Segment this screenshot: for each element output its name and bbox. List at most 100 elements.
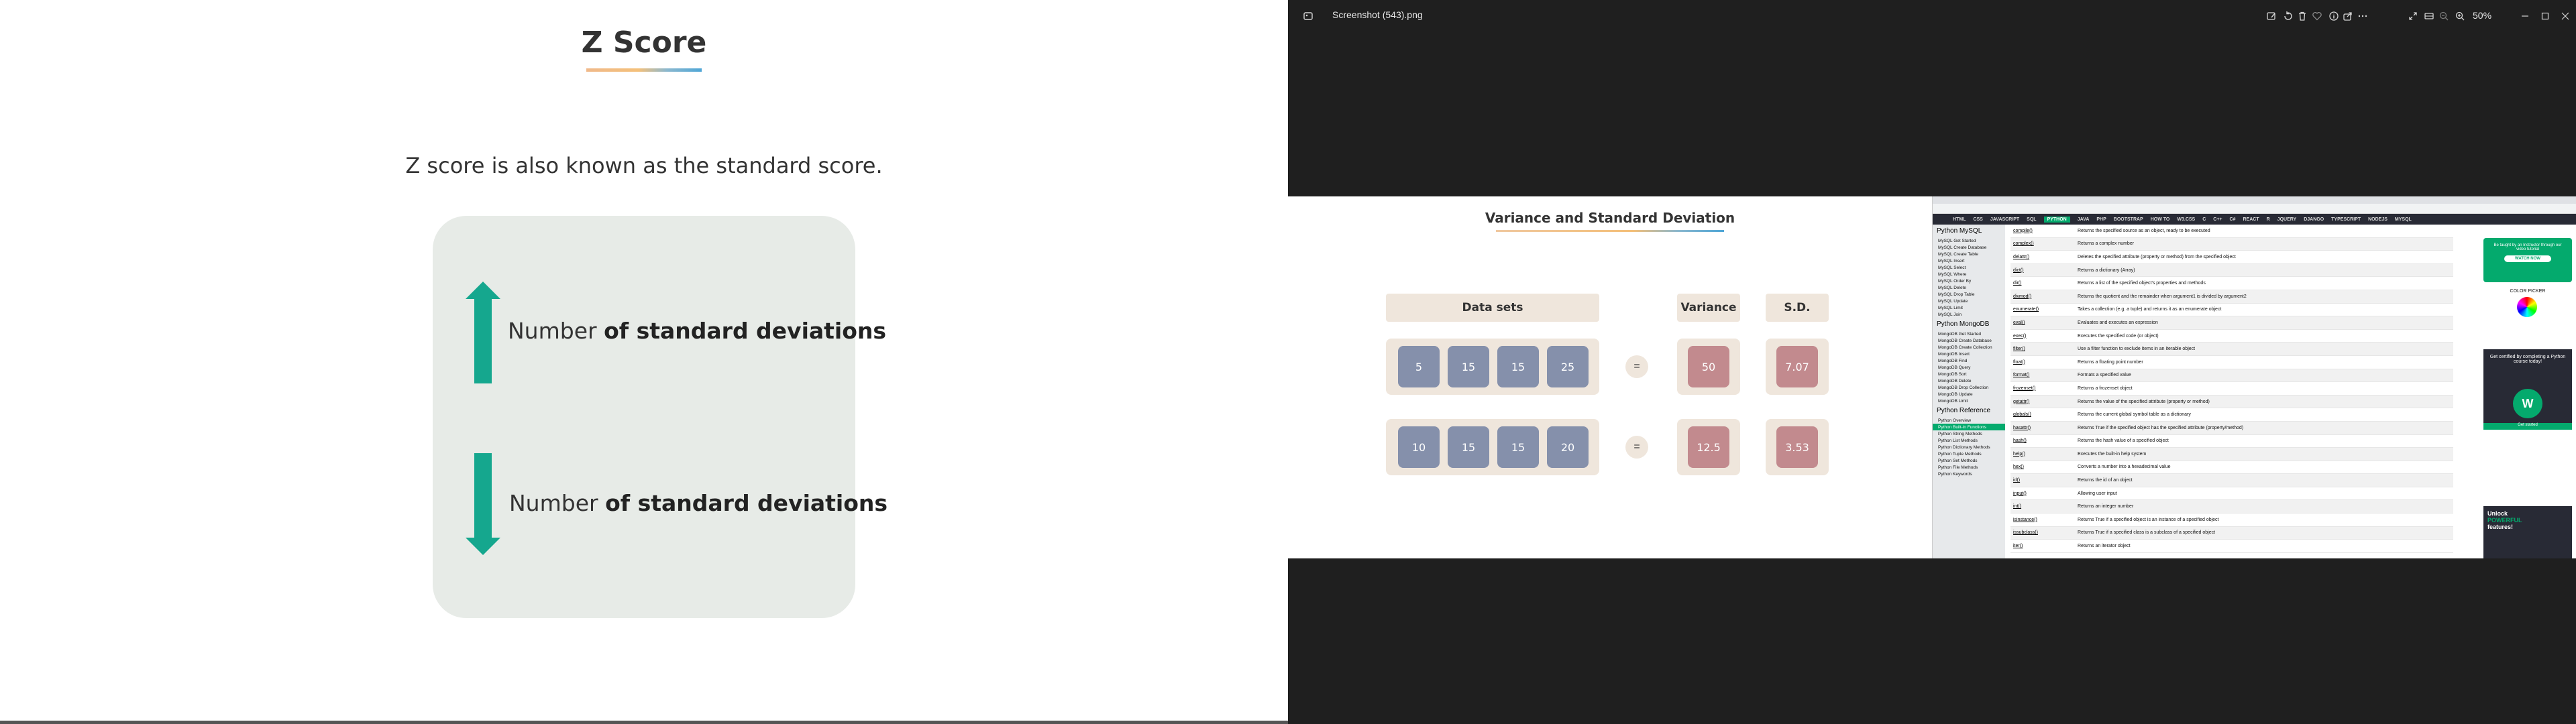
function-description: Formats a specified value — [2078, 373, 2131, 378]
sidebar-item: MySQL Insert — [1938, 259, 1965, 263]
function-name: hex() — [2013, 465, 2024, 470]
sidebar-item: MySQL Order By — [1938, 279, 1972, 284]
function-description: Returns the hash value of a specified ob… — [2078, 438, 2169, 444]
share-icon[interactable] — [2340, 8, 2356, 24]
sidebar-item: MongoDB Sort — [1938, 372, 1967, 377]
sidebar-item: MySQL Select — [1938, 265, 1966, 270]
filmstrip-icon[interactable] — [2421, 8, 2437, 24]
sidebar-item: MySQL Delete — [1938, 286, 1967, 290]
sidebar-item: MongoDB Query — [1938, 365, 1971, 370]
table-row: dir() Returns a list of the specified obj… — [2010, 277, 2453, 290]
table-row: hash() Returns the hash value of a specif… — [2010, 435, 2453, 448]
browser-tabstrip — [1933, 196, 2576, 204]
function-name: iter() — [2013, 544, 2023, 549]
table-row: delattr() Deletes the specified attribute… — [2010, 251, 2453, 264]
sidebar-item: MongoDB Update — [1938, 392, 1973, 397]
more-icon[interactable] — [2355, 8, 2371, 24]
edit-icon[interactable] — [2263, 8, 2279, 24]
function-description: Returns the value of the specified attri… — [2078, 399, 2210, 404]
file-title: Screenshot (543).png — [1332, 9, 1423, 20]
data-cell: 20 — [1547, 426, 1589, 468]
displayed-image[interactable]: Variance and Standard Deviation Data set… — [1288, 196, 2576, 558]
table-row: iter() Returns an iterator object — [2010, 540, 2453, 553]
ad-column: Be taught by an Instructor through our v… — [2466, 225, 2576, 558]
minimize-icon[interactable] — [2517, 8, 2533, 24]
data-cell: 10 — [1398, 426, 1440, 468]
function-description: Returns a list of the specified object's… — [2078, 281, 2206, 286]
zoom-out-icon[interactable] — [2436, 8, 2452, 24]
sd-value: 7.07 — [1776, 346, 1818, 387]
function-description: Returns True if a specified object is an… — [2078, 517, 2219, 522]
label-positive: Number of standard deviations — [508, 318, 886, 344]
video-ad-text: Be taught by an Instructor through our v… — [2493, 243, 2562, 251]
function-name: getattr() — [2013, 399, 2030, 404]
function-description: Returns a frozenset object — [2078, 385, 2133, 391]
sidebar-section-heading: Python MySQL — [1937, 227, 1982, 235]
site-nav-item: C++ — [2213, 217, 2222, 222]
site-nav-item: CSS — [1973, 217, 1983, 222]
function-name: input() — [2013, 491, 2027, 496]
sidebar-item: MongoDB Insert — [1938, 352, 1970, 357]
inner-title-underline — [1496, 230, 1724, 232]
data-cell: 15 — [1448, 346, 1489, 387]
data-cell: 15 — [1448, 426, 1489, 468]
browser-address-bar — [1933, 204, 2576, 214]
unlock-text: Unlock — [2487, 510, 2508, 517]
watch-now-button: WATCH NOW — [2504, 255, 2551, 262]
site-nav-item: R — [2266, 217, 2270, 222]
sidebar-item: Python Keywords — [1938, 472, 1972, 477]
data-cell: 5 — [1398, 346, 1440, 387]
arrow-up-icon — [466, 282, 500, 383]
function-name: dir() — [2013, 281, 2022, 286]
site-nav-item: JQUERY — [2277, 217, 2297, 222]
function-description: Converts a number into a hexadecimal val… — [2078, 465, 2171, 470]
delete-icon[interactable] — [2294, 8, 2310, 24]
sidebar-item: MySQL Drop Table — [1938, 292, 1975, 297]
powerful-text: POWERFUL — [2487, 517, 2522, 524]
maximize-icon[interactable] — [2537, 8, 2553, 24]
site-nav-item: JAVA — [2077, 217, 2090, 222]
site-nav-item: C — [2202, 217, 2206, 222]
sd-value: 3.53 — [1776, 426, 1818, 468]
sidebar-item: Python String Methods — [1938, 432, 1982, 436]
function-description: Evaluates and executes an expression — [2078, 320, 2158, 325]
data-cell: 25 — [1547, 346, 1589, 387]
site-nav-item: PHP — [2096, 217, 2106, 222]
function-name: globals() — [2013, 412, 2031, 418]
table-row: frozenset() Returns a frozenset object — [2010, 382, 2453, 396]
table-row: dict() Returns a dictionary (Array) — [2010, 263, 2453, 278]
sidebar-section-heading: Python Reference — [1937, 407, 1991, 414]
table-row: complex() Returns a complex number — [2010, 237, 2453, 251]
presentation-slide: Z Score Z score is also known as the sta… — [0, 0, 1288, 724]
site-nav-item: TYPESCRIPT — [2331, 217, 2361, 222]
photos-viewer-window: Screenshot (543).png 50% Variance and St… — [1288, 0, 2576, 724]
function-description: Returns the id of an object — [2078, 478, 2133, 483]
sidebar-item: Python Built-in Functions — [1933, 424, 2005, 430]
function-name: eval() — [2013, 320, 2025, 325]
sidebar-item: Python Dictionary Methods — [1938, 445, 1990, 450]
site-nav-item: SQL — [2027, 217, 2037, 222]
site-nav-item: BOOTSTRAP — [2113, 217, 2143, 222]
table-row: format() Formats a specified value — [2010, 369, 2453, 383]
function-description: Returns a dictionary (Array) — [2078, 267, 2135, 273]
zoom-level[interactable]: 50% — [2473, 10, 2491, 21]
table-row: int() Returns an integer number — [2010, 500, 2453, 514]
function-name: hasattr() — [2013, 425, 2031, 430]
function-description: Executes the built-in help system — [2078, 451, 2147, 457]
function-description: Allowing user input — [2078, 491, 2117, 496]
table-row: getattr() Returns the value of the specif… — [2010, 395, 2453, 409]
favorite-icon[interactable] — [2309, 8, 2325, 24]
site-nav-item: W3.CSS — [2177, 217, 2196, 222]
color-picker-heading: COLOR PICKER — [2510, 289, 2546, 294]
table-row: isinstance() Returns True if a specified … — [2010, 514, 2453, 527]
table-row: input() Allowing user input — [2010, 487, 2453, 501]
function-description: Returns an iterator object — [2078, 544, 2131, 549]
video-tutorial-ad: Be taught by an Instructor through our v… — [2483, 238, 2572, 282]
function-description: Returns a complex number — [2078, 241, 2135, 247]
function-description: Returns True if the specified object has… — [2078, 425, 2244, 430]
fullscreen-icon[interactable] — [2405, 8, 2421, 24]
close-icon[interactable] — [2557, 8, 2573, 24]
site-nav-item: JAVASCRIPT — [1990, 217, 2020, 222]
zoom-in-icon[interactable] — [2452, 8, 2468, 24]
label-plain: Number — [508, 318, 597, 344]
